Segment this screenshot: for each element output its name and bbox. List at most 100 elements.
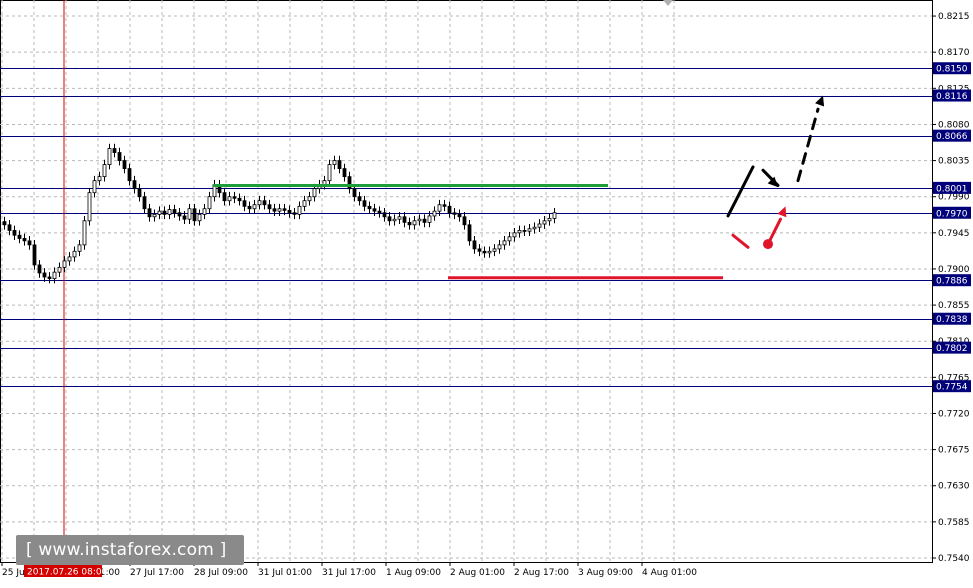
price-level-label: 0.8001 <box>936 184 968 194</box>
price-level-label: 0.8150 <box>936 65 968 75</box>
candle-body <box>267 204 272 210</box>
scenario-main-arrowhead-2 <box>815 95 825 107</box>
watermark: [ www.instaforex.com ] <box>26 540 227 560</box>
candle-body <box>27 240 32 246</box>
candle-body <box>57 266 62 273</box>
cursor-time-label: 2017.07.26 08:00 <box>27 568 108 578</box>
candle-body <box>262 200 267 206</box>
candle-body <box>42 272 47 278</box>
candle-body <box>147 208 152 218</box>
price-level-label: 0.7970 <box>936 209 968 219</box>
candle-body <box>437 204 442 212</box>
candle-body <box>62 260 67 268</box>
candle-body <box>407 221 412 226</box>
candle-body <box>17 234 22 239</box>
candle-body <box>192 208 197 222</box>
candle-body <box>127 168 132 182</box>
candle-body <box>367 205 372 210</box>
candle-body <box>412 220 417 226</box>
candle-body <box>137 188 142 198</box>
candle-body <box>522 230 527 232</box>
y-tick-label: 0.7720 <box>938 409 970 419</box>
candle-body <box>512 232 517 238</box>
candle-body <box>82 220 87 246</box>
candle-body <box>552 212 557 219</box>
candle-body <box>257 200 262 206</box>
candle-body <box>387 216 392 222</box>
candle-body <box>397 216 402 220</box>
x-tick-label: 2 Aug 01:00 <box>450 568 505 578</box>
candle-body <box>92 180 97 194</box>
y-tick-label: 0.7945 <box>938 229 970 239</box>
candle-body <box>292 212 297 215</box>
candle-body <box>177 212 182 217</box>
candle-body <box>312 188 317 198</box>
candle-body <box>357 196 362 202</box>
price-chart[interactable]: 0.8215 0.8170 0.8125 0.8080 0.8035 0.7990 0.79… <box>0 0 973 584</box>
candle-body <box>152 213 157 218</box>
candle-body <box>237 197 242 202</box>
candle-body <box>342 168 347 178</box>
candle-body <box>157 210 162 215</box>
candle-body <box>182 215 187 220</box>
forecast-arrows <box>726 95 825 250</box>
candle-body <box>277 208 282 212</box>
candle-body <box>332 160 337 165</box>
candle-body <box>167 209 172 215</box>
plot-frame <box>0 0 933 563</box>
candle-body <box>32 244 37 266</box>
candle-body <box>447 205 452 214</box>
candle-body <box>517 230 522 234</box>
candle-body <box>162 210 167 215</box>
candle-body <box>37 264 42 274</box>
candle-body <box>492 248 497 252</box>
candle-body <box>327 164 332 182</box>
candle-body <box>172 209 177 214</box>
candle-body <box>537 223 542 228</box>
candle-body <box>337 160 342 169</box>
candle-body <box>502 240 507 246</box>
price-level-label: 0.7886 <box>936 277 968 287</box>
candle-body <box>307 196 312 202</box>
y-tick-label: 0.7630 <box>938 482 970 492</box>
candle-body <box>72 250 77 258</box>
candle-body <box>457 213 462 218</box>
candle-body <box>242 200 247 207</box>
candle-body <box>12 230 17 236</box>
candle-body <box>392 218 397 222</box>
candle-body <box>187 208 192 220</box>
candle-body <box>372 208 377 212</box>
x-tick-label: 27 Jul 17:00 <box>130 568 184 578</box>
candle-body <box>452 212 457 215</box>
candle-body <box>232 196 237 199</box>
candle-body <box>287 209 292 214</box>
chart-grid <box>0 0 933 563</box>
price-level-label: 0.7838 <box>936 315 968 325</box>
x-tick-label: 1 Aug 09:00 <box>386 568 441 578</box>
candle-body <box>202 208 207 215</box>
candle-body <box>417 218 422 222</box>
candle-body <box>122 160 127 169</box>
candle-body <box>477 248 482 252</box>
candle-body <box>427 215 432 223</box>
candle-body <box>472 240 477 250</box>
candle-body <box>52 271 57 279</box>
horizontal-levels <box>0 68 932 387</box>
y-tick-label: 0.8080 <box>938 120 970 130</box>
x-tick-label: 31 Jul 01:00 <box>258 568 312 578</box>
candle-body <box>107 148 112 165</box>
candle-body <box>527 228 532 232</box>
candle-body <box>462 216 467 226</box>
x-tick-label: 3 Aug 09:00 <box>578 568 633 578</box>
candle-body <box>7 224 12 231</box>
candle-body <box>302 200 307 207</box>
candle-body <box>227 196 232 202</box>
candle-body <box>247 205 252 210</box>
candle-body <box>352 188 357 198</box>
chart-canvas[interactable]: 0.82150.81700.81250.80800.80350.79900.79… <box>0 0 973 584</box>
y-tick-label: 0.7540 <box>938 554 970 564</box>
candle-body <box>422 218 427 223</box>
candle-body <box>542 220 547 225</box>
candle-body <box>252 204 257 210</box>
candle-body <box>282 208 287 211</box>
